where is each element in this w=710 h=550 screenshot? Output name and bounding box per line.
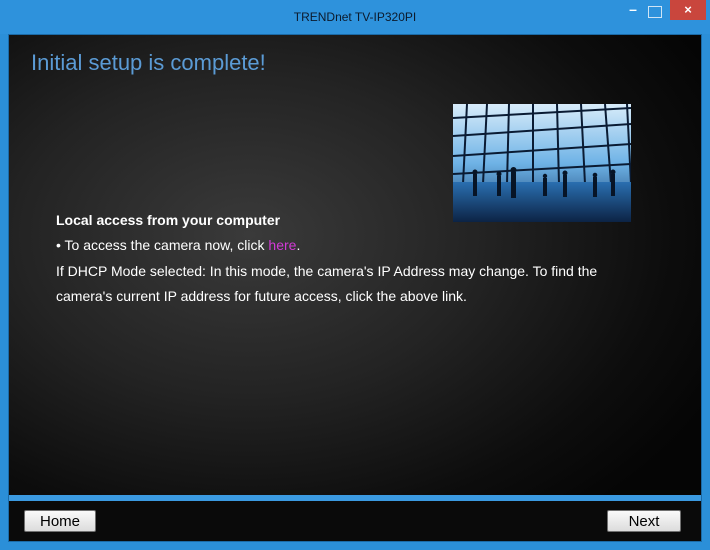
dhcp-note-line1: If DHCP Mode selected: In this mode, the…	[56, 263, 598, 279]
building-photo	[453, 104, 631, 222]
home-button[interactable]: Home	[24, 510, 96, 532]
page-title: Initial setup is complete!	[31, 50, 266, 75]
next-button[interactable]: Next	[607, 510, 681, 532]
close-button[interactable]: ×	[670, 0, 706, 20]
section-title: Local access from your computer	[56, 212, 281, 228]
title-bar[interactable]: TRENDnet TV-IP320PI – ×	[0, 0, 710, 34]
access-instruction: • To access the camera now, click here.	[56, 237, 300, 253]
footer-bar: Home Next	[9, 501, 701, 541]
dhcp-note-line2: camera's current IP address for future a…	[56, 288, 467, 304]
content-area: Initial setup is complete! Local access …	[9, 35, 701, 495]
maximize-button[interactable]	[648, 6, 662, 18]
window-title: TRENDnet TV-IP320PI	[293, 10, 417, 24]
here-link[interactable]: here	[268, 237, 296, 253]
app-window: TRENDnet TV-IP320PI – × Initial setup is…	[0, 0, 710, 550]
minimize-button[interactable]: –	[622, 2, 644, 20]
access-suffix: .	[296, 237, 301, 253]
wizard-panel: Initial setup is complete! Local access …	[8, 34, 702, 542]
access-prefix: • To access the camera now, click	[56, 237, 269, 253]
